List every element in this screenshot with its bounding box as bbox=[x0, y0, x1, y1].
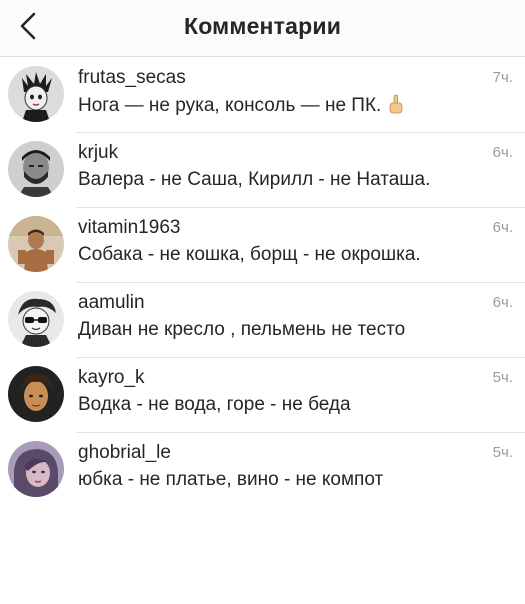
page-title: Комментарии bbox=[183, 13, 342, 39]
avatar[interactable] bbox=[8, 441, 64, 497]
avatar[interactable] bbox=[8, 66, 64, 122]
comment-time: 5ч. bbox=[492, 444, 513, 461]
comment-item: ghobrial_le юбка - не платье, вино - не … bbox=[0, 432, 525, 507]
comment-body: vitamin1963 Собака - не кошка, борщ - не… bbox=[76, 207, 525, 283]
hand-pointing-up-icon bbox=[387, 94, 405, 120]
comment-list: frutas_secas Нога — не рука, консоль — н… bbox=[0, 57, 525, 507]
comment-item: kayro_k Водка - не вода, горе - не беда … bbox=[0, 357, 525, 433]
comment-text: юбка - не платье, вино - не компот bbox=[78, 469, 384, 490]
comment-username[interactable]: krjuk bbox=[78, 142, 118, 164]
comment-text: Валера - не Саша, Кирилл - не Наташа. bbox=[78, 169, 431, 190]
comment-body: aamulin Диван не кресло , пельмень не те… bbox=[76, 282, 525, 358]
comment-time: 6ч. bbox=[492, 219, 513, 236]
comment-text: Собака - не кошка, борщ - не окрошка. bbox=[78, 244, 421, 265]
comment-username[interactable]: kayro_k bbox=[78, 367, 145, 389]
comment-username[interactable]: aamulin bbox=[78, 292, 145, 314]
comment-username[interactable]: frutas_secas bbox=[78, 67, 186, 89]
comment-text: Водка - не вода, горе - не беда bbox=[78, 394, 351, 415]
comments-screen: Комментарии frutas_secas Нога — не рука,… bbox=[0, 0, 525, 604]
comment-body: frutas_secas Нога — не рука, консоль — н… bbox=[76, 57, 525, 133]
comment-body: ghobrial_le юбка - не платье, вино - не … bbox=[76, 432, 525, 507]
comment-body: kayro_k Водка - не вода, горе - не беда … bbox=[76, 357, 525, 433]
comment-body: krjuk Валера - не Саша, Кирилл - не Ната… bbox=[76, 132, 525, 208]
comment-item: krjuk Валера - не Саша, Кирилл - не Ната… bbox=[0, 132, 525, 208]
avatar[interactable] bbox=[8, 366, 64, 422]
header: Комментарии bbox=[0, 0, 525, 57]
comment-username[interactable]: ghobrial_le bbox=[78, 442, 171, 464]
comment-item: vitamin1963 Собака - не кошка, борщ - не… bbox=[0, 207, 525, 283]
comment-text: Нога — не рука, консоль — не ПК. bbox=[78, 94, 405, 120]
comment-time: 6ч. bbox=[492, 294, 513, 311]
comment-time: 7ч. bbox=[492, 69, 513, 86]
comment-username[interactable]: vitamin1963 bbox=[78, 217, 180, 239]
avatar[interactable] bbox=[8, 141, 64, 197]
avatar[interactable] bbox=[8, 216, 64, 272]
comment-text: Диван не кресло , пельмень не тесто bbox=[78, 319, 406, 340]
comment-time: 5ч. bbox=[492, 369, 513, 386]
comment-time: 6ч. bbox=[492, 144, 513, 161]
comment-item: frutas_secas Нога — не рука, консоль — н… bbox=[0, 57, 525, 133]
comment-text-content: Нога — не рука, консоль — не ПК. bbox=[78, 95, 382, 116]
comment-item: aamulin Диван не кресло , пельмень не те… bbox=[0, 282, 525, 358]
avatar[interactable] bbox=[8, 291, 64, 347]
